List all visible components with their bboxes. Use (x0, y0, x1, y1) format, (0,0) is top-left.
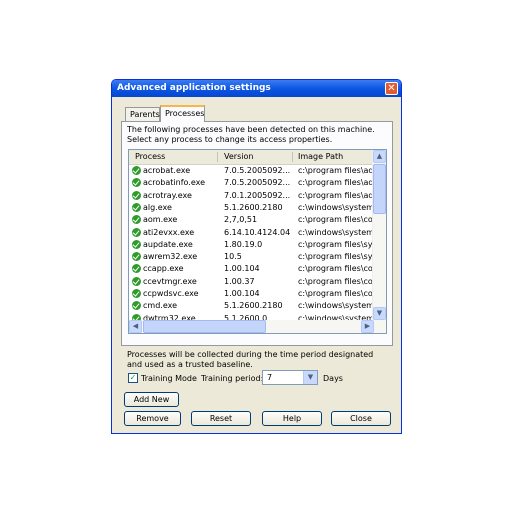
process-version: 1.00.104 (224, 264, 260, 274)
window-title: Advanced application settings (117, 83, 271, 93)
process-name: acrotray.exe (143, 190, 192, 200)
process-version: 2,7,0,51 (224, 215, 258, 225)
list-header: Process Version Image Path (129, 150, 374, 165)
process-image-path: c:\program files\comm (298, 215, 374, 225)
reset-button[interactable]: Reset (191, 411, 251, 426)
training-mode-checkbox[interactable]: ✓ (128, 373, 138, 383)
green-check-icon (132, 289, 141, 298)
table-row[interactable]: acrobat.exe 7.0.5.2005092... c:\program fi… (129, 165, 374, 177)
process-name: ccevtmgr.exe (143, 276, 197, 286)
tab-parents[interactable]: Parents (125, 107, 160, 121)
table-row[interactable]: ati2evxx.exe 6.14.10.4124.04 c:\windows\sy… (129, 227, 374, 239)
process-name: alg.exe (143, 202, 172, 212)
vertical-scrollbar[interactable]: ▲ ▼ (372, 150, 386, 320)
training-period-value: 7 (267, 373, 273, 382)
process-image-path: c:\program files\adobe (298, 178, 374, 188)
table-row[interactable]: ccapp.exe 1.00.104 c:\program files\comm (129, 263, 374, 275)
column-header-image-path[interactable]: Image Path (298, 152, 343, 161)
green-check-icon (132, 264, 141, 274)
advanced-settings-dialog: Advanced application settings ✕ Parents … (111, 79, 402, 434)
table-row[interactable]: awrem32.exe 10.5 c:\program files\symar (129, 251, 374, 263)
process-version: 10.5 (224, 252, 242, 262)
process-version: 7.0.5.2005092... (224, 166, 290, 175)
table-row[interactable]: alg.exe 5.1.2600.2180 c:\windows\system32\ (129, 202, 374, 214)
horizontal-scrollbar[interactable]: ◀ ▶ (129, 320, 386, 333)
arrow-left-icon[interactable]: ◀ (129, 320, 142, 333)
process-image-path: c:\program files\adobe (298, 166, 374, 175)
process-name: acrobat.exe (143, 166, 191, 175)
training-period-label: Training period: (201, 374, 264, 383)
process-version: 5.1.2600.2180 (224, 202, 283, 212)
table-row[interactable]: acrotray.exe 7.0.1.2005092... c:\program f… (129, 190, 374, 202)
process-name: awrem32.exe (143, 252, 198, 262)
process-image-path: c:\program files\adobe (298, 190, 374, 200)
arrow-right-icon[interactable]: ▶ (361, 320, 374, 333)
green-check-icon (132, 190, 141, 200)
training-mode-label[interactable]: Training Mode (141, 374, 197, 383)
column-header-version[interactable]: Version (224, 152, 253, 161)
close-icon[interactable]: ✕ (385, 82, 398, 95)
green-check-icon (132, 166, 141, 175)
process-name: acrobatinfo.exe (143, 178, 206, 188)
green-check-icon (132, 227, 141, 237)
process-name: ccapp.exe (143, 264, 184, 274)
process-version: 1.00.37 (224, 276, 255, 286)
process-image-path: c:\windows\system32\ (298, 202, 374, 212)
process-name: cmd.exe (143, 301, 178, 311)
close-button[interactable]: Close (331, 411, 391, 426)
process-version: 5.1.2600.2180 (224, 301, 283, 311)
process-name: ati2evxx.exe (143, 227, 195, 237)
chevron-down-icon[interactable]: ▼ (303, 371, 317, 384)
horizontal-scroll-thumb[interactable] (143, 320, 266, 333)
process-version: 7.0.5.2005092... (224, 178, 290, 188)
table-row[interactable]: acrobatinfo.exe 7.0.5.2005092... c:\progra… (129, 177, 374, 189)
green-check-icon (132, 252, 141, 262)
process-image-path: c:\program files\symar (298, 239, 374, 249)
title-bar[interactable]: Advanced application settings ✕ (112, 80, 401, 97)
green-check-icon (132, 178, 141, 188)
green-check-icon (132, 301, 141, 311)
column-divider[interactable] (292, 152, 293, 162)
process-list[interactable]: Process Version Image Path acrobat.exe 7.… (128, 149, 387, 334)
column-divider[interactable] (217, 152, 218, 162)
baseline-note: Processes will be collected during the t… (127, 350, 374, 369)
process-version: 7.0.1.2005092... (224, 190, 290, 200)
table-row[interactable]: ccevtmgr.exe 1.00.37 c:\program files\comm (129, 276, 374, 288)
help-button[interactable]: Help (262, 411, 322, 426)
process-image-path: c:\program files\comm (298, 264, 374, 274)
days-label: Days (323, 374, 343, 383)
arrow-up-icon[interactable]: ▲ (373, 150, 386, 163)
process-image-path: c:\windows\system32\ (298, 227, 374, 237)
remove-button[interactable]: Remove (124, 411, 181, 426)
process-image-path: c:\windows\system32\ (298, 301, 374, 311)
green-check-icon (132, 276, 141, 286)
green-check-icon (132, 202, 141, 212)
process-version: 1.80.19.0 (224, 239, 263, 249)
process-image-path: c:\program files\symar (298, 252, 374, 262)
add-new-button[interactable]: Add New (124, 392, 179, 407)
table-row[interactable]: ccpwdsvc.exe 1.00.104 c:\program files\com… (129, 288, 374, 300)
process-version: 6.14.10.4124.04 (224, 227, 290, 237)
tab-processes[interactable]: Processes (160, 105, 205, 122)
process-image-path: c:\program files\comm (298, 276, 374, 286)
vertical-scroll-thumb[interactable] (373, 164, 386, 214)
table-row[interactable]: aupdate.exe 1.80.19.0 c:\program files\sym… (129, 239, 374, 251)
column-header-process[interactable]: Process (135, 152, 165, 161)
processes-description: The following processes have been detect… (127, 125, 375, 144)
training-period-select[interactable]: 7 ▼ (262, 370, 318, 385)
process-name: aupdate.exe (143, 239, 193, 249)
process-version: 1.00.104 (224, 289, 260, 298)
table-row[interactable]: cmd.exe 5.1.2600.2180 c:\windows\system32\ (129, 300, 374, 312)
process-name: aom.exe (143, 215, 178, 225)
process-name: ccpwdsvc.exe (143, 289, 199, 298)
table-row[interactable]: aom.exe 2,7,0,51 c:\program files\comm (129, 214, 374, 226)
green-check-icon (132, 239, 141, 249)
green-check-icon (132, 215, 141, 225)
arrow-down-icon[interactable]: ▼ (373, 307, 386, 320)
process-image-path: c:\program files\comm (298, 289, 374, 298)
